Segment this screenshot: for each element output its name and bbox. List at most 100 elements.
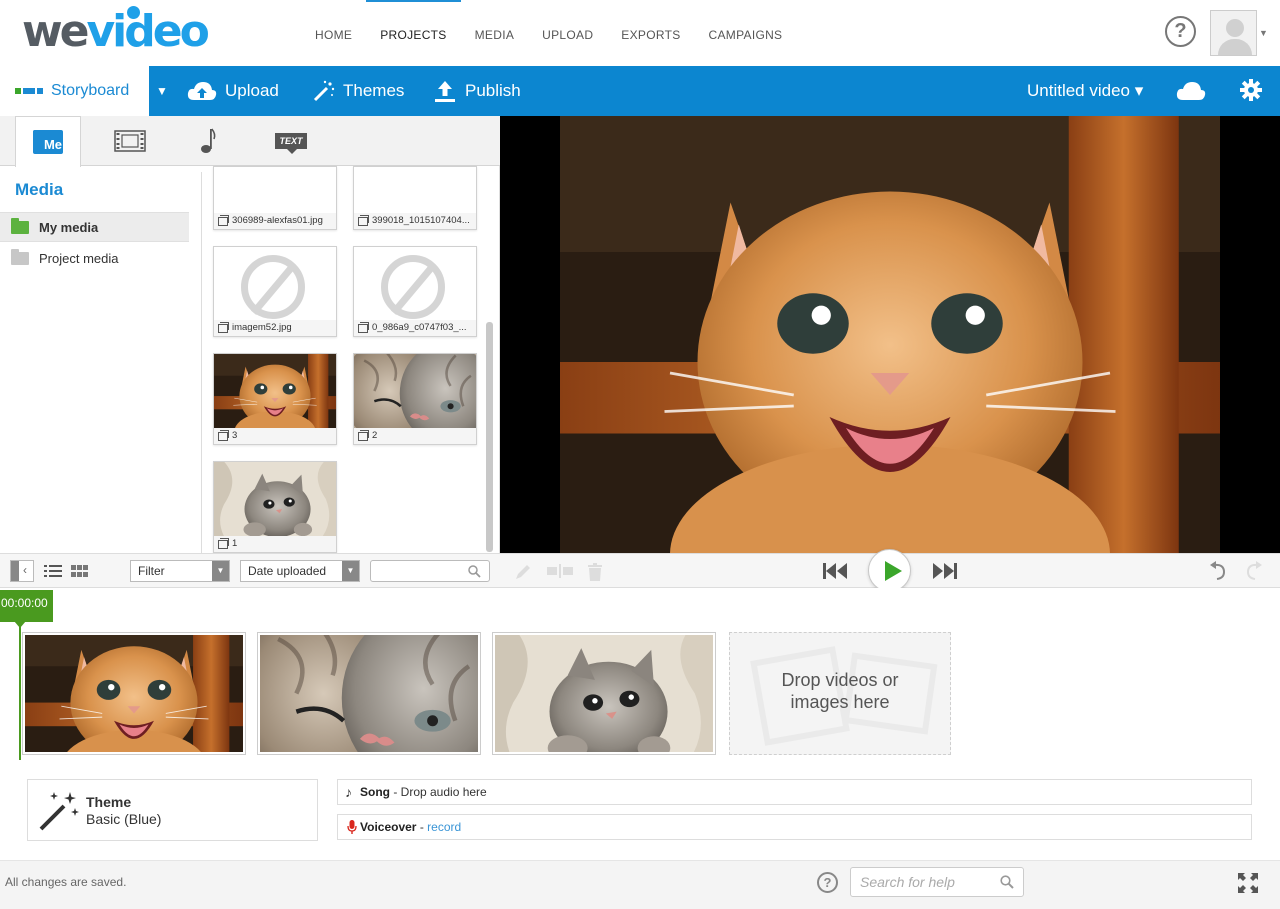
cloud-sync-icon[interactable] (1176, 80, 1206, 102)
edit-pencil-icon[interactable] (514, 563, 532, 581)
media-heading: Media (15, 180, 64, 199)
kitten-orange-thumb (214, 354, 336, 428)
tab-my-media[interactable]: Me (15, 116, 81, 167)
avatar-body (1218, 39, 1252, 55)
media-item[interactable]: 1 (213, 461, 337, 553)
list-view-icon[interactable] (44, 564, 62, 578)
media-drop-zone[interactable]: Drop videos or images here (729, 632, 951, 755)
tab-text[interactable]: TEXT (258, 116, 324, 166)
timeline-clip[interactable] (22, 632, 246, 755)
media-item[interactable]: 306989-alexfas01.jpg (213, 166, 337, 230)
skip-forward-icon[interactable] (932, 562, 957, 580)
clip-kitten-orange (25, 635, 243, 752)
voiceover-track[interactable]: Voiceover - record (337, 814, 1252, 840)
kittens-cuddle-thumb (354, 354, 476, 428)
nav-home[interactable]: HOME (301, 0, 366, 66)
top-header: we video HOME PROJECTS MEDIA UPLOAD EXPO… (0, 0, 1280, 66)
media-panel: Me TEXT Media My media Project media 306… (0, 116, 500, 553)
clip-kittens-cuddle (260, 635, 478, 752)
theme-selector[interactable]: Theme Basic (Blue) (27, 779, 318, 841)
nav-campaigns[interactable]: CAMPAIGNS (695, 0, 797, 66)
timeline-clip[interactable] (257, 632, 481, 755)
storyboard-mode-tab[interactable]: Storyboard (0, 66, 149, 116)
chevron-down-icon: ▼ (212, 561, 229, 581)
chevron-down-icon: ▼ (342, 561, 359, 581)
folder-my-media[interactable]: My media (0, 212, 189, 242)
media-item[interactable]: imagem52.jpg (213, 246, 337, 337)
grid-view-icon[interactable] (71, 564, 89, 578)
media-item[interactable]: 0_986a9_c0747f03_... (353, 246, 477, 337)
undo-icon[interactable] (1208, 561, 1228, 581)
logo-video-wrap: video (87, 6, 210, 56)
folder-green-icon (11, 217, 29, 234)
media-item[interactable]: 399018_1015107404... (353, 166, 477, 230)
tab-me-label: Me (43, 137, 62, 152)
upload-button[interactable]: Upload (187, 66, 279, 116)
media-scrollbar[interactable] (486, 322, 493, 552)
voiceover-track-name: Voiceover (360, 820, 417, 834)
gear-icon[interactable] (1240, 79, 1262, 101)
logo-we-text: we (22, 6, 89, 57)
media-search-input[interactable] (370, 560, 490, 582)
redo-icon[interactable] (1244, 561, 1264, 581)
nav-exports[interactable]: EXPORTS (607, 0, 694, 66)
media-item-caption: 0_986a9_c0747f03_... (354, 320, 476, 336)
video-preview[interactable] (500, 116, 1280, 553)
text-tab-icon: TEXT (275, 133, 307, 154)
folder-project-media[interactable]: Project media (0, 243, 189, 273)
media-tabs: Me TEXT (0, 116, 500, 167)
logo-dot (126, 6, 140, 19)
chevron-left-icon: ‹ (23, 563, 27, 577)
themes-label: Themes (343, 81, 405, 100)
search-icon (468, 565, 481, 578)
upload-label: Upload (225, 81, 279, 100)
folder-divider (201, 172, 202, 553)
clip-kitten-grey (495, 635, 713, 752)
storyboard-label: Storyboard (51, 82, 130, 99)
no-image-icon (381, 255, 445, 319)
avatar-caret-icon[interactable]: ▼ (1259, 28, 1268, 38)
media-item-caption: 306989-alexfas01.jpg (214, 213, 336, 229)
trash-icon[interactable] (587, 563, 603, 581)
media-item-caption: 1 (214, 536, 336, 552)
avatar[interactable] (1210, 10, 1257, 56)
magic-wand-icon (39, 792, 79, 831)
playhead[interactable] (14, 621, 26, 760)
sort-select[interactable]: Date uploaded ▼ (240, 560, 360, 582)
status-bar: All changes are saved. ? Search for help (0, 860, 1280, 909)
no-image-icon (241, 255, 305, 319)
help-icon[interactable]: ? (817, 872, 838, 893)
tab-audio[interactable] (176, 116, 242, 166)
publish-button[interactable]: Publish (433, 66, 521, 116)
wevideo-logo[interactable]: we video (22, 6, 210, 57)
fullscreen-icon[interactable] (1238, 873, 1258, 893)
mode-dropdown-icon[interactable]: ▼ (149, 66, 175, 116)
sort-label: Date uploaded (248, 564, 327, 578)
help-search-input[interactable]: Search for help (850, 867, 1024, 897)
timeline-clip[interactable] (492, 632, 716, 755)
nav-projects[interactable]: PROJECTS (366, 0, 462, 66)
tab-transitions[interactable] (97, 116, 163, 166)
record-voiceover-link[interactable]: record (427, 820, 461, 834)
save-status-text: All changes are saved. (5, 875, 127, 889)
play-button[interactable] (868, 549, 911, 592)
drop-zone-line2: images here (790, 692, 890, 712)
split-clip-icon[interactable] (547, 564, 573, 578)
folder-label: My media (39, 219, 99, 235)
song-track[interactable]: ♪ Song - Drop audio here (337, 779, 1252, 805)
drop-zone-text: Drop videos or images here (730, 669, 950, 713)
video-title-dropdown[interactable]: Untitled video ▾ (1027, 66, 1143, 116)
filter-select[interactable]: Filter ▼ (130, 560, 230, 582)
collapse-panel-button[interactable]: ‹ (10, 560, 34, 582)
skip-back-icon[interactable] (823, 562, 848, 580)
help-icon[interactable]: ? (1165, 16, 1196, 47)
media-item[interactable]: 2 (353, 353, 477, 445)
avatar-head (1226, 19, 1244, 37)
folder-label: Project media (39, 250, 119, 266)
song-track-name: Song (360, 785, 390, 799)
storyboard-icon (15, 88, 43, 94)
themes-button[interactable]: Themes (313, 66, 404, 116)
nav-media[interactable]: MEDIA (461, 0, 529, 66)
nav-upload[interactable]: UPLOAD (528, 0, 607, 66)
media-item[interactable]: 3 (213, 353, 337, 445)
